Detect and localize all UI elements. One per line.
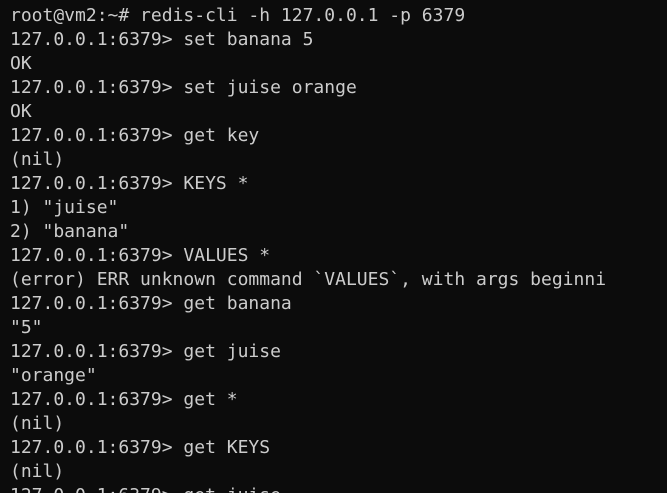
terminal-line: 127.0.0.1:6379> get key	[10, 125, 260, 146]
terminal-line: OK	[10, 53, 32, 74]
terminal-line: OK	[10, 101, 32, 122]
terminal-line: 2) "banana"	[10, 221, 130, 242]
terminal-line: 127.0.0.1:6379> get KEYS	[10, 437, 271, 458]
terminal-line: 127.0.0.1:6379> get *	[10, 389, 238, 410]
terminal-line: "orange"	[10, 365, 97, 386]
terminal-line: 1) "juise"	[10, 197, 119, 218]
terminal-line: 127.0.0.1:6379> get banana	[10, 293, 292, 314]
terminal-line: root@vm2:~# redis-cli -h 127.0.0.1 -p 63…	[10, 5, 466, 26]
terminal-line: 127.0.0.1:6379> set banana 5	[10, 29, 314, 50]
terminal-line: (nil)	[10, 413, 65, 434]
terminal-line: "5"	[10, 317, 43, 338]
terminal-line: 127.0.0.1:6379> VALUES *	[10, 245, 271, 266]
terminal-line: (error) ERR unknown command `VALUES`, wi…	[10, 269, 607, 290]
terminal-line: (nil)	[10, 461, 65, 482]
terminal-line: 127.0.0.1:6379> get juise	[10, 341, 281, 362]
terminal-line: 127.0.0.1:6379> KEYS *	[10, 173, 249, 194]
terminal-window[interactable]: root@vm2:~# redis-cli -h 127.0.0.1 -p 63…	[0, 0, 667, 493]
terminal-line: (nil)	[10, 149, 65, 170]
terminal-line: 127.0.0.1:6379> get juise	[10, 484, 667, 493]
terminal-line: 127.0.0.1:6379> set juise orange	[10, 77, 357, 98]
